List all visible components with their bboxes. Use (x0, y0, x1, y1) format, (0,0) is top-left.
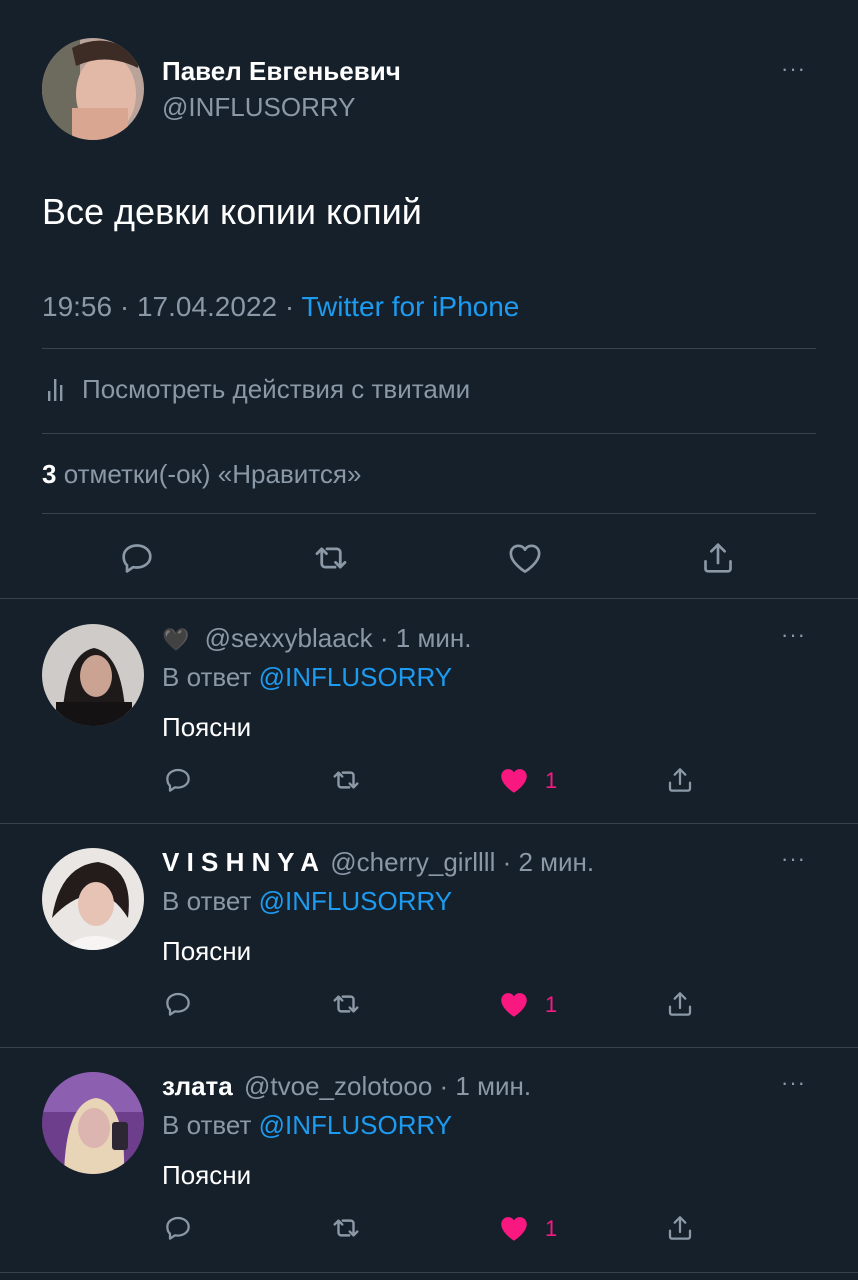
retweet-button[interactable] (328, 762, 364, 798)
reply-prefix: В ответ (162, 886, 252, 916)
reply-prefix: В ответ (162, 1110, 252, 1140)
reply-to-link[interactable]: @INFLUSORRY (259, 662, 453, 692)
retweet-button[interactable] (328, 1210, 364, 1246)
reply-context: В ответ @INFLUSORRY (162, 1109, 452, 1141)
heart-filled-icon (501, 769, 527, 793)
likes-count: 3 (42, 459, 57, 489)
share-icon (668, 1216, 692, 1240)
reply-to-link[interactable]: @INFLUSORRY (259, 1110, 453, 1140)
share-button[interactable] (662, 762, 698, 798)
tweet-source-link[interactable]: Twitter for iPhone (301, 291, 519, 322)
reply-button[interactable] (160, 1210, 196, 1246)
avatar[interactable] (42, 848, 144, 950)
reply-button[interactable] (160, 762, 196, 798)
divider (0, 823, 858, 824)
handle[interactable]: @INFLUSORRY (162, 92, 356, 122)
like-button[interactable] (502, 535, 548, 581)
reply-prefix: В ответ (162, 662, 252, 692)
reply-to-link[interactable]: @INFLUSORRY (259, 886, 453, 916)
divider (42, 433, 816, 434)
more-icon[interactable]: ··· (781, 624, 806, 646)
more-icon[interactable]: ··· (781, 58, 806, 80)
reply-time: · 2 мин. (502, 847, 595, 877)
divider (42, 513, 816, 514)
divider (42, 348, 816, 349)
more-icon[interactable]: ··· (781, 1072, 806, 1094)
display-name[interactable]: Павел Евгеньевич (162, 56, 401, 86)
avatar[interactable] (42, 624, 144, 726)
retweet-icon (333, 995, 359, 1013)
reply-handle[interactable]: @tvoe_zolotooo (244, 1071, 432, 1101)
reply-time: · 1 мин. (439, 1071, 532, 1101)
share-icon (668, 992, 692, 1016)
avatar[interactable] (42, 38, 144, 140)
analytics-label: Посмотреть действия с твитами (82, 373, 471, 404)
like-count: 1 (545, 768, 558, 793)
reply-header: злата @tvoe_zolotooo · 1 мин. (162, 1070, 531, 1102)
retweet-icon (315, 547, 347, 569)
more-icon[interactable]: ··· (781, 848, 806, 870)
divider (0, 1272, 858, 1273)
share-button[interactable] (695, 535, 741, 581)
reply-icon (166, 992, 190, 1016)
retweet-icon (333, 1219, 359, 1237)
retweet-icon (333, 771, 359, 789)
reply-text: Поясни (162, 712, 252, 742)
reply-button[interactable] (160, 986, 196, 1022)
tweet-timestamp: 19:56 · 17.04.2022 · (42, 291, 295, 322)
like-button[interactable] (496, 762, 532, 798)
reply-button[interactable] (114, 535, 160, 581)
reply-context: В ответ @INFLUSORRY (162, 885, 452, 917)
like-button[interactable] (496, 1210, 532, 1246)
reply-icon (122, 544, 152, 573)
share-icon (668, 768, 692, 792)
share-button[interactable] (662, 986, 698, 1022)
tweet-text: Все девки копии копий (42, 191, 422, 232)
avatar[interactable] (42, 1072, 144, 1174)
reply-text: Поясни (162, 936, 252, 966)
reply-icon (166, 1216, 190, 1240)
reply-header: 🖤 @sexxyblaack · 1 мин. (162, 622, 471, 656)
retweet-button[interactable] (328, 986, 364, 1022)
retweet-button[interactable] (308, 535, 354, 581)
reply-header: V I S H N Y A @cherry_girllll · 2 мин. (162, 846, 594, 878)
reply-icon (166, 768, 190, 792)
heart-filled-icon (501, 1217, 527, 1241)
reply-context: В ответ @INFLUSORRY (162, 661, 452, 693)
analytics-link[interactable]: Посмотреть действия с твитами (42, 372, 470, 406)
reply-display-name[interactable]: V I S H N Y A (162, 847, 319, 877)
heart-filled-icon (501, 993, 527, 1017)
like-count: 1 (545, 992, 558, 1017)
black-heart-icon: 🖤 (162, 627, 190, 652)
share-button[interactable] (662, 1210, 698, 1246)
tweet-meta: 19:56 · 17.04.2022 · Twitter for iPhone (42, 290, 519, 324)
reply-text: Поясни (162, 1160, 252, 1190)
reply-handle[interactable]: @sexxyblaack (205, 623, 373, 653)
divider (0, 598, 858, 599)
reply-display-name[interactable]: злата (162, 1071, 233, 1101)
likes-summary[interactable]: 3 отметки(-ок) «Нравится» (42, 458, 361, 490)
likes-label: отметки(-ок) «Нравится» (63, 459, 362, 489)
share-icon (704, 543, 732, 573)
reply-time: · 1 мин. (379, 623, 472, 653)
like-button[interactable] (496, 986, 532, 1022)
like-count: 1 (545, 1216, 558, 1241)
analytics-icon (42, 375, 70, 403)
reply-handle[interactable]: @cherry_girllll (330, 847, 495, 877)
divider (0, 1047, 858, 1048)
like-icon (509, 544, 541, 573)
